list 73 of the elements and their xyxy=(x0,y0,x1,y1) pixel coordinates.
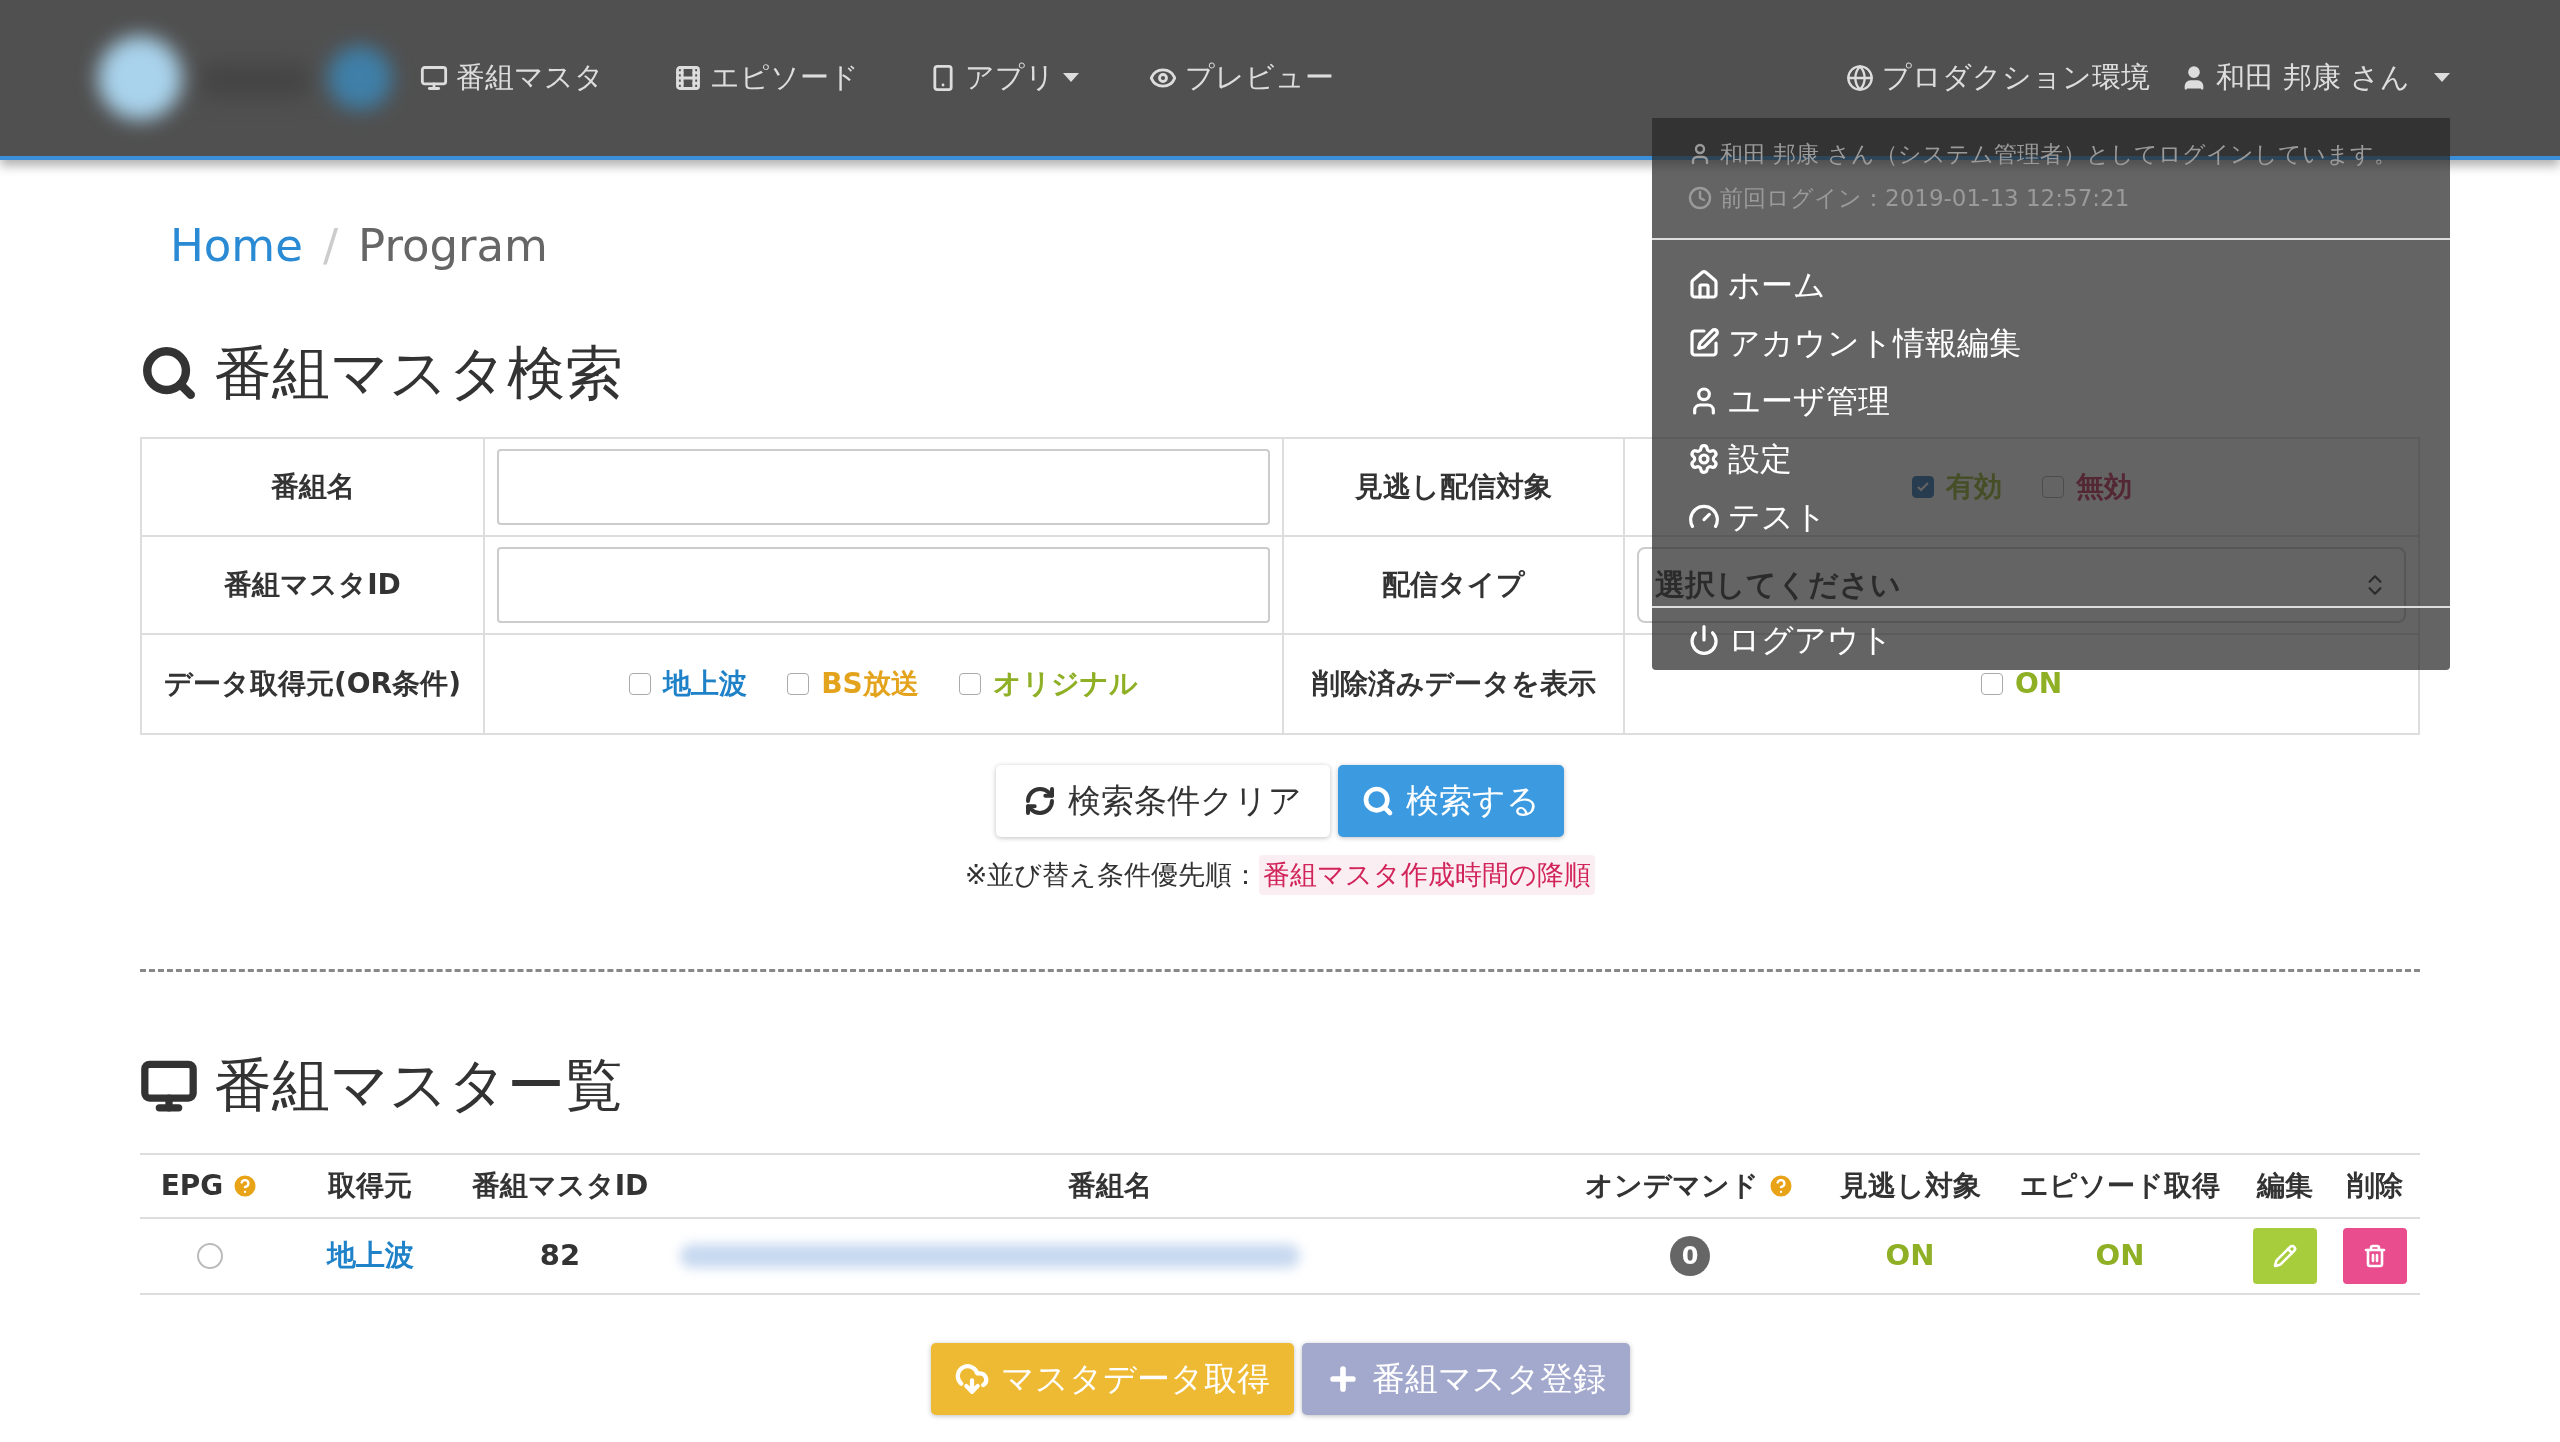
globe-icon xyxy=(1845,64,1874,92)
checkbox[interactable] xyxy=(629,672,652,695)
field-label: データ取得元(OR条件) xyxy=(164,665,461,702)
radio-button[interactable] xyxy=(197,1243,223,1269)
field-label: 削除済みデータを表示 xyxy=(1311,665,1596,702)
column-header: オンデマンド xyxy=(1585,1168,1759,1204)
nav-link[interactable]: エピソード xyxy=(674,56,859,100)
option-label: 有効 xyxy=(1945,468,2002,505)
field-label: 見逃し配信対象 xyxy=(1355,468,1552,505)
text-field[interactable] xyxy=(497,448,1270,525)
column-header: 編集 xyxy=(2257,1168,2313,1204)
user-menu-toggle[interactable]: 和田 邦康 さん xyxy=(2179,56,2450,100)
source-link[interactable]: 地上波 xyxy=(326,1234,414,1278)
trash-icon xyxy=(2363,1244,2387,1268)
table-cell-text: ON xyxy=(2095,1237,2145,1275)
column-header: 取得元 xyxy=(328,1168,412,1204)
section-title: 番組マスター覧 xyxy=(214,1050,623,1121)
edit-button[interactable] xyxy=(2253,1228,2317,1284)
nav-link[interactable]: アプリ xyxy=(929,56,1079,100)
monitor-icon xyxy=(420,64,448,92)
checkbox[interactable] xyxy=(1980,672,2003,695)
logout-item[interactable]: ログアウト xyxy=(1688,614,1893,666)
menu-item[interactable]: 設定 xyxy=(1688,430,1792,488)
column-header: 番組名 xyxy=(1068,1168,1152,1204)
text-field[interactable] xyxy=(497,546,1270,623)
table-cell-text: 82 xyxy=(539,1237,581,1275)
menu-item[interactable]: ホーム xyxy=(1688,256,1826,314)
breadcrumb-link[interactable]: Home xyxy=(170,212,303,280)
film-icon xyxy=(674,64,702,92)
breadcrumb-current: Program xyxy=(358,218,548,274)
clear-button[interactable]: 検索条件クリア xyxy=(996,764,1330,837)
column-header: 見逃し対象 xyxy=(1839,1168,1981,1204)
sort-order: 番組マスタ作成時間の降順 xyxy=(1259,854,1596,895)
clock-icon xyxy=(1688,186,1712,210)
checkbox[interactable] xyxy=(787,672,810,695)
section-title: 番組マスタ検索 xyxy=(214,337,623,409)
cloud-download-icon xyxy=(954,1362,989,1396)
menu-item[interactable]: ユーザ管理 xyxy=(1688,372,1890,430)
menu-item[interactable]: アカウント情報編集 xyxy=(1688,314,2021,372)
field-label: 番組名 xyxy=(270,468,355,505)
table-cell-text: ON xyxy=(1885,1237,1935,1275)
nav-link[interactable]: プレビュー xyxy=(1149,56,1334,100)
power-icon xyxy=(1688,624,1720,656)
search-icon xyxy=(1362,784,1394,817)
option-label: 地上波 xyxy=(663,665,748,702)
delete-button[interactable] xyxy=(2343,1228,2407,1284)
refresh-icon xyxy=(1024,784,1056,817)
column-header: EPG xyxy=(160,1168,224,1204)
option-label: 無効 xyxy=(2075,468,2132,505)
checkbox[interactable] xyxy=(958,672,981,695)
breadcrumb-separator: / xyxy=(322,218,339,274)
settings-icon xyxy=(1688,443,1720,475)
caret-icon xyxy=(1063,73,1079,83)
count-badge: 0 xyxy=(1670,1236,1710,1276)
pencil-icon xyxy=(2273,1244,2297,1268)
home-icon xyxy=(1688,269,1720,301)
column-header: 番組マスタID xyxy=(471,1168,649,1204)
field-label: 番組マスタID xyxy=(224,566,401,603)
login-info-text: 和田 邦康 さん（システム管理者）としてログインしています。 xyxy=(1720,139,2397,169)
environment-link[interactable]: プロダクション環境 xyxy=(1845,56,2150,100)
search-button[interactable]: 検索する xyxy=(1338,764,1564,837)
column-header: エピソード取得 xyxy=(2020,1168,2220,1204)
option-label: BS放送 xyxy=(821,665,919,702)
edit-icon xyxy=(1688,327,1720,359)
option-label: ON xyxy=(2014,665,2063,702)
menu-item[interactable]: テスト xyxy=(1688,488,1827,546)
caret-icon xyxy=(2434,73,2450,83)
option-label: オリジナル xyxy=(992,665,1138,702)
nav-link[interactable]: 番組マスタ xyxy=(420,56,604,100)
sort-note-label: ※並び替え条件優先順： xyxy=(964,857,1260,892)
field-label: 配信タイプ xyxy=(1382,566,1525,603)
column-header: 削除 xyxy=(2347,1168,2403,1204)
search-icon xyxy=(140,344,198,402)
